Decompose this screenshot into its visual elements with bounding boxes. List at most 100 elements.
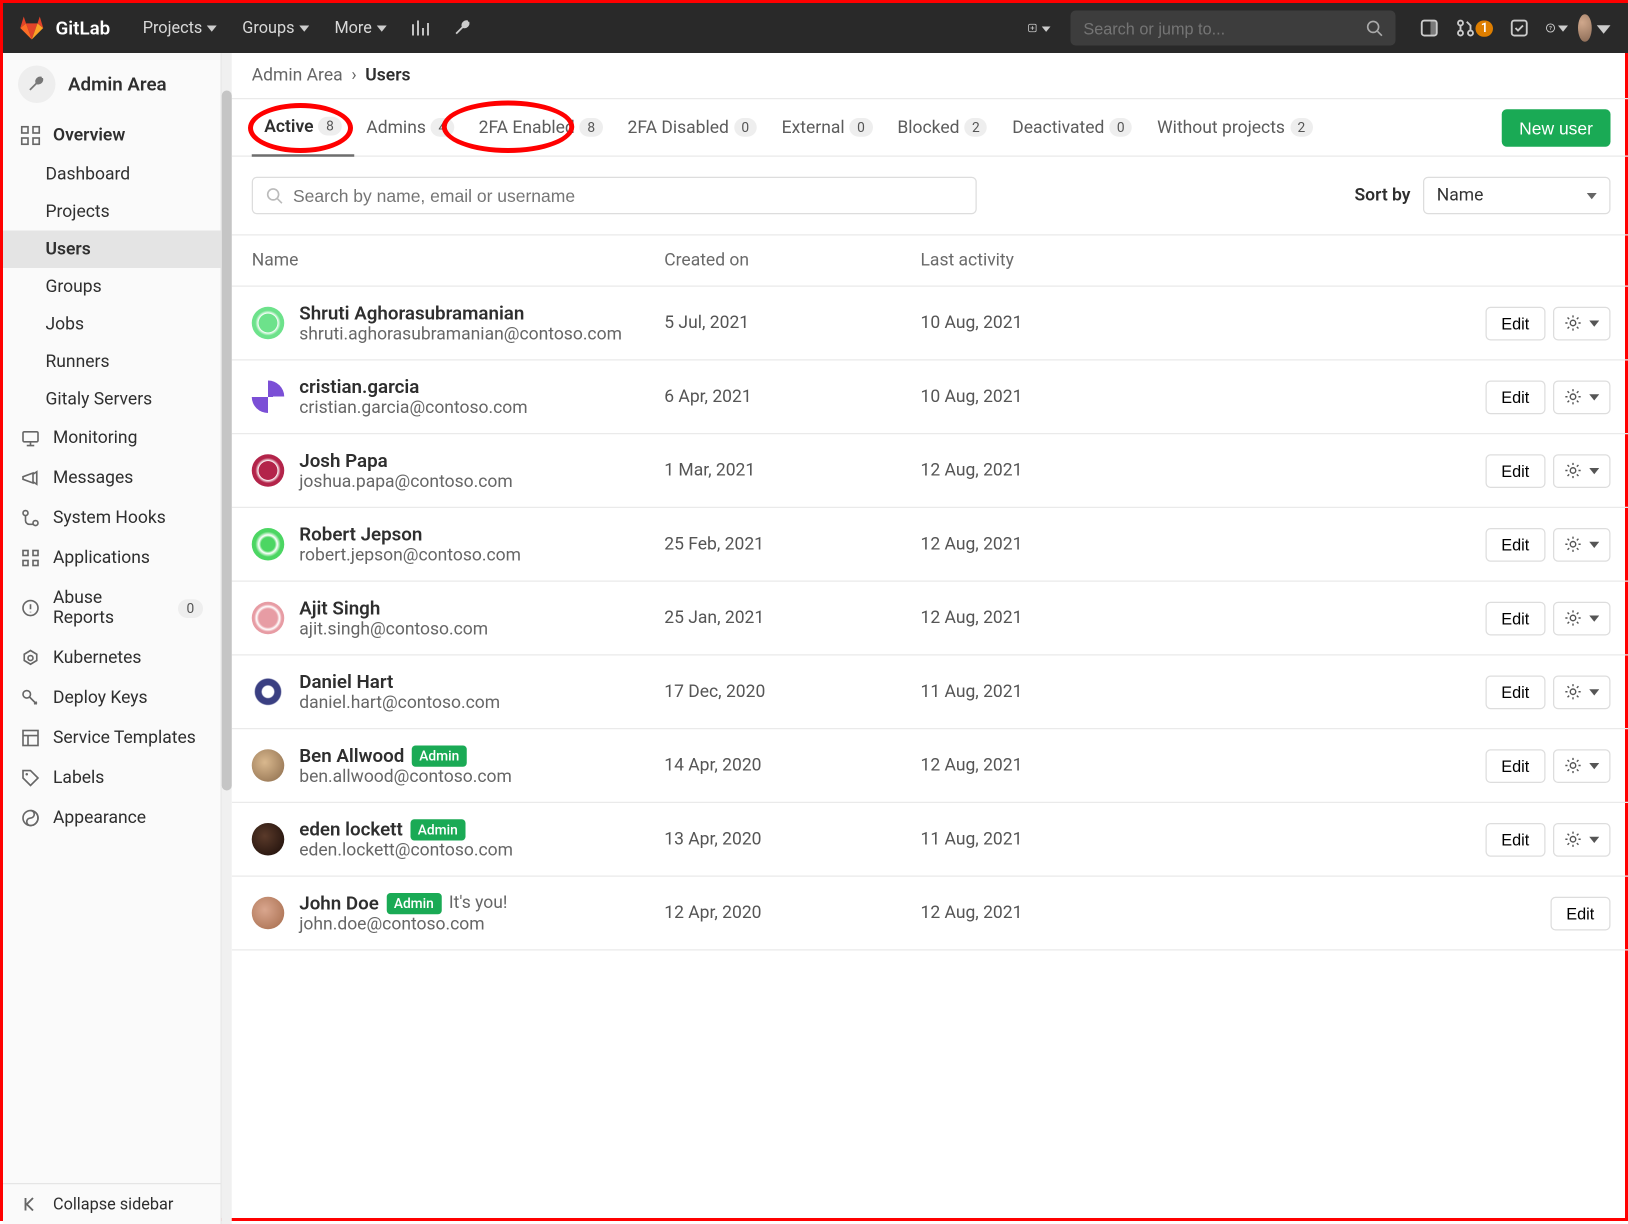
nav-groups[interactable]: Groups bbox=[230, 3, 322, 53]
user-name[interactable]: John Doe Admin It's you! bbox=[299, 892, 664, 915]
edit-button[interactable]: Edit bbox=[1550, 896, 1611, 930]
megaphone-icon bbox=[21, 468, 41, 488]
user-name[interactable]: Shruti Aghorasubramanian bbox=[299, 302, 664, 325]
edit-button[interactable]: Edit bbox=[1485, 454, 1546, 488]
tab-admins[interactable]: Admins4 bbox=[354, 99, 466, 157]
tab-count: 8 bbox=[319, 117, 342, 136]
user-search-input[interactable] bbox=[293, 186, 963, 206]
edit-button[interactable]: Edit bbox=[1485, 306, 1546, 340]
edit-button[interactable]: Edit bbox=[1485, 675, 1546, 709]
sidebar-item-kubernetes[interactable]: Kubernetes bbox=[3, 638, 221, 678]
sidebar-sub-users[interactable]: Users bbox=[3, 231, 221, 269]
user-name[interactable]: Ajit Singh bbox=[299, 597, 664, 620]
svg-text:?: ? bbox=[1549, 26, 1552, 32]
edit-button[interactable]: Edit bbox=[1485, 601, 1546, 635]
wrench-admin-icon[interactable] bbox=[442, 3, 485, 53]
table-row: Robert Jepsonrobert.jepson@contoso.com25… bbox=[232, 508, 1628, 582]
tab-deactivated[interactable]: Deactivated0 bbox=[1000, 99, 1145, 157]
row-menu-button[interactable] bbox=[1553, 822, 1611, 856]
edit-button[interactable]: Edit bbox=[1485, 380, 1546, 414]
sidebar-item-appearance[interactable]: Appearance bbox=[3, 798, 221, 838]
tab-active[interactable]: Active8 bbox=[252, 99, 354, 157]
collapse-sidebar[interactable]: Collapse sidebar bbox=[3, 1183, 221, 1224]
nav-projects[interactable]: Projects bbox=[130, 3, 230, 53]
row-menu-button[interactable] bbox=[1553, 749, 1611, 783]
sort-select[interactable]: Name bbox=[1423, 177, 1611, 215]
tab-2fa-disabled[interactable]: 2FA Disabled0 bbox=[615, 99, 769, 157]
gear-icon bbox=[1564, 388, 1582, 406]
sidebar-item-system-hooks[interactable]: System Hooks bbox=[3, 498, 221, 538]
user-avatar-icon bbox=[252, 528, 285, 561]
sidebar-overview[interactable]: Overview bbox=[3, 116, 221, 156]
user-name[interactable]: Josh Papa bbox=[299, 449, 664, 472]
edit-button[interactable]: Edit bbox=[1485, 749, 1546, 783]
gear-icon bbox=[1564, 462, 1582, 480]
sidebar-item-labels[interactable]: Labels bbox=[3, 758, 221, 798]
tab-without-projects[interactable]: Without projects2 bbox=[1145, 99, 1326, 157]
sidebar-item-monitoring[interactable]: Monitoring bbox=[3, 418, 221, 458]
plus-menu[interactable] bbox=[1021, 3, 1059, 53]
tab-blocked[interactable]: Blocked2 bbox=[885, 99, 1000, 157]
sidebar-item-deploy-keys[interactable]: Deploy Keys bbox=[3, 678, 221, 718]
activity-icon[interactable] bbox=[399, 3, 442, 53]
sidebar-item-applications[interactable]: Applications bbox=[3, 538, 221, 578]
new-user-button[interactable]: New user bbox=[1502, 109, 1611, 147]
search-input[interactable] bbox=[1083, 19, 1366, 38]
row-menu-button[interactable] bbox=[1553, 527, 1611, 561]
breadcrumb-parent[interactable]: Admin Area bbox=[252, 66, 343, 86]
chevron-down-icon bbox=[1589, 539, 1599, 549]
user-created: 25 Jan, 2021 bbox=[664, 608, 920, 628]
sidebar-sub-jobs[interactable]: Jobs bbox=[3, 306, 221, 344]
sort-label: Sort by bbox=[1355, 186, 1411, 206]
user-avatar-icon bbox=[1578, 14, 1592, 42]
merge-requests-icon[interactable]: 1 bbox=[1451, 3, 1498, 53]
collapse-icon bbox=[21, 1194, 41, 1214]
sidebar-sub-gitaly-servers[interactable]: Gitaly Servers bbox=[3, 381, 221, 419]
global-search[interactable] bbox=[1071, 11, 1396, 46]
sidebar: Admin Area Overview DashboardProjectsUse… bbox=[3, 53, 222, 1224]
user-name[interactable]: Daniel Hart bbox=[299, 671, 664, 694]
nav-more[interactable]: More bbox=[322, 3, 399, 53]
tab-count: 2 bbox=[965, 118, 988, 137]
sidebar-item-abuse-reports[interactable]: Abuse Reports0 bbox=[3, 578, 221, 638]
row-menu-button[interactable] bbox=[1553, 675, 1611, 709]
user-name[interactable]: Robert Jepson bbox=[299, 523, 664, 546]
chevron-down-icon bbox=[1589, 687, 1599, 697]
filter-row: Sort by Name bbox=[232, 157, 1628, 236]
user-menu[interactable] bbox=[1573, 3, 1616, 53]
sidebar-item-messages[interactable]: Messages bbox=[3, 458, 221, 498]
sidebar-scrollbar[interactable] bbox=[222, 53, 232, 1224]
row-menu-button[interactable] bbox=[1553, 454, 1611, 488]
edit-button[interactable]: Edit bbox=[1485, 822, 1546, 856]
user-email: joshua.papa@contoso.com bbox=[299, 472, 664, 492]
user-created: 6 Apr, 2021 bbox=[664, 387, 920, 407]
sidebar-sub-runners[interactable]: Runners bbox=[3, 343, 221, 381]
tab-2fa-enabled[interactable]: 2FA Enabled8 bbox=[466, 99, 615, 157]
table-row: cristian.garciacristian.garcia@contoso.c… bbox=[232, 361, 1628, 435]
sidebar-item-service-templates[interactable]: Service Templates bbox=[3, 718, 221, 758]
todos-icon[interactable] bbox=[1498, 3, 1541, 53]
user-email: robert.jepson@contoso.com bbox=[299, 546, 664, 566]
issues-icon[interactable] bbox=[1408, 3, 1451, 53]
user-name[interactable]: eden lockett Admin bbox=[299, 818, 664, 841]
gear-icon bbox=[1564, 536, 1582, 554]
help-menu[interactable]: ? bbox=[1541, 3, 1574, 53]
gear-icon bbox=[1564, 831, 1582, 849]
user-activity: 11 Aug, 2021 bbox=[921, 829, 1171, 849]
sidebar-sub-groups[interactable]: Groups bbox=[3, 268, 221, 306]
gear-icon bbox=[1564, 757, 1582, 775]
row-menu-button[interactable] bbox=[1553, 306, 1611, 340]
user-activity: 12 Aug, 2021 bbox=[921, 756, 1171, 776]
row-menu-button[interactable] bbox=[1553, 380, 1611, 414]
gear-icon bbox=[1564, 609, 1582, 627]
sidebar-sub-dashboard[interactable]: Dashboard bbox=[3, 156, 221, 194]
user-email: eden.lockett@contoso.com bbox=[299, 841, 664, 861]
edit-button[interactable]: Edit bbox=[1485, 527, 1546, 561]
user-name[interactable]: Ben Allwood Admin bbox=[299, 744, 664, 767]
sidebar-sub-projects[interactable]: Projects bbox=[3, 193, 221, 231]
row-menu-button[interactable] bbox=[1553, 601, 1611, 635]
user-name[interactable]: cristian.garcia bbox=[299, 376, 664, 399]
user-search[interactable] bbox=[252, 177, 977, 215]
user-created: 1 Mar, 2021 bbox=[664, 461, 920, 481]
tab-external[interactable]: External0 bbox=[769, 99, 885, 157]
